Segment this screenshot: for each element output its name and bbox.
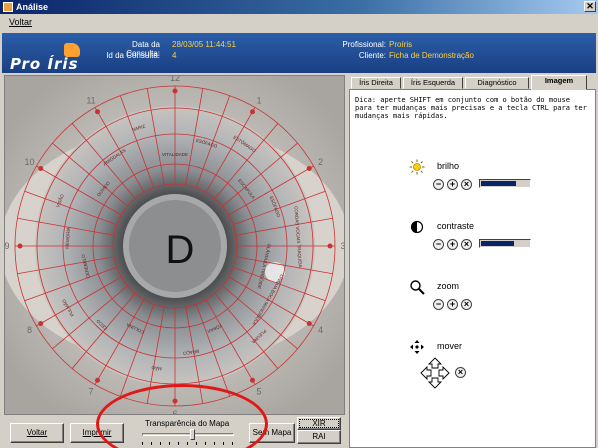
- mover-label: mover: [437, 341, 463, 351]
- brilho-control: brilho − + ×: [409, 159, 569, 199]
- clock-number: 4: [318, 325, 323, 335]
- contraste-minus-button[interactable]: −: [433, 239, 444, 250]
- rai-button[interactable]: RAI: [297, 430, 341, 444]
- xir-button[interactable]: XIR: [297, 417, 341, 430]
- mover-control: mover ×: [409, 339, 569, 389]
- clock-marker: [38, 166, 44, 171]
- consultation-header: Pro Íris Data da Consulta: 28/03/05 11:4…: [2, 33, 596, 73]
- tab-imagem[interactable]: Imagem: [531, 75, 587, 90]
- clock-number: 12: [170, 76, 180, 83]
- clock-marker: [95, 377, 100, 383]
- id-consulta-value: 4: [172, 51, 177, 60]
- proiris-logo: Pro Íris: [10, 43, 90, 73]
- voltar-button[interactable]: Voltar: [10, 423, 64, 443]
- move-left-arrow-icon: [420, 365, 432, 381]
- move-arrows: [420, 357, 450, 389]
- move-right-arrow-icon: [438, 365, 450, 381]
- tab-strip: Íris Direita Íris Esquerda Diagnóstico I…: [349, 75, 596, 90]
- zoom-reset-button[interactable]: ×: [461, 299, 472, 310]
- brilho-reset-button[interactable]: ×: [461, 179, 472, 190]
- iris-image-panel[interactable]: D 121234567891011VITALIDADEESÔFAGOESTÔMA…: [4, 75, 345, 415]
- tab-iris-direita[interactable]: Íris Direita: [351, 77, 401, 89]
- contraste-plus-button[interactable]: +: [447, 239, 458, 250]
- contraste-level-fill: [481, 241, 514, 246]
- hint-text: Dica: aperte SHIFT em conjunto com o bot…: [355, 96, 587, 120]
- move-reset-button[interactable]: ×: [455, 367, 466, 378]
- logo-text: Pro Íris: [10, 55, 79, 73]
- clock-marker: [250, 377, 255, 383]
- clock-marker: [327, 243, 333, 249]
- contraste-level-bar: [479, 239, 531, 248]
- brilho-plus-button[interactable]: +: [447, 179, 458, 190]
- profissional-value: Proíris: [389, 40, 413, 49]
- clock-number: 7: [88, 386, 93, 396]
- clock-number: 3: [340, 241, 345, 251]
- clock-number: 2: [318, 157, 323, 167]
- zoom-control: zoom − + ×: [409, 279, 569, 319]
- window-title: Análise: [16, 2, 49, 12]
- brilho-label: brilho: [437, 161, 460, 171]
- contrast-icon: [410, 220, 424, 234]
- eye-side-letter: D: [166, 228, 195, 272]
- menu-bar: Voltar: [0, 14, 598, 30]
- right-panel: Íris Direita Íris Esquerda Diagnóstico I…: [349, 75, 596, 448]
- brilho-level-fill: [481, 181, 516, 186]
- clock-marker: [250, 109, 255, 115]
- data-consulta-value: 28/03/05 11:44:51: [172, 40, 236, 49]
- clock-number: 11: [86, 96, 95, 106]
- brilho-minus-button[interactable]: −: [433, 179, 444, 190]
- contraste-label: contraste: [437, 221, 475, 231]
- contraste-reset-button[interactable]: ×: [461, 239, 472, 250]
- cliente-value: Ficha de Demonstração: [389, 51, 474, 60]
- clock-marker: [95, 109, 100, 115]
- clock-number: 5: [256, 386, 261, 396]
- clock-marker: [17, 243, 23, 249]
- voltar-button-label: Voltar: [26, 428, 48, 437]
- cliente-label: Cliente:: [358, 51, 386, 60]
- magnifier-icon: [410, 280, 425, 295]
- imagem-tab-content: [349, 89, 596, 448]
- clock-marker: [38, 321, 44, 326]
- clock-marker: [306, 321, 312, 326]
- clock-marker: [306, 166, 312, 171]
- iris-map[interactable]: D 121234567891011VITALIDADEESÔFAGOESTÔMA…: [5, 76, 345, 415]
- move-down-arrow-icon: [427, 377, 443, 389]
- app-icon: [3, 2, 13, 12]
- profissional-label: Profissional:: [342, 40, 386, 49]
- contraste-control: contraste − + ×: [409, 219, 569, 259]
- clock-number: 8: [27, 325, 32, 335]
- move-icon: [410, 340, 424, 354]
- close-button[interactable]: ✕: [584, 1, 596, 12]
- clock-number: 10: [24, 157, 34, 167]
- clock-number: 9: [5, 241, 10, 251]
- sun-icon: [409, 159, 425, 175]
- tab-diagnostico[interactable]: Diagnóstico: [465, 77, 529, 89]
- zoom-minus-button[interactable]: −: [433, 299, 444, 310]
- id-consulta-label: Id da Consulta:: [106, 51, 160, 60]
- tab-iris-esquerda[interactable]: Íris Esquerda: [403, 77, 463, 89]
- brilho-level-bar: [479, 179, 531, 188]
- zoom-label: zoom: [437, 281, 460, 291]
- menu-voltar[interactable]: Voltar: [9, 17, 32, 27]
- move-up-arrow-icon: [427, 357, 443, 369]
- title-bar: Análise ✕: [0, 0, 598, 14]
- zoom-plus-button[interactable]: +: [447, 299, 458, 310]
- clock-marker: [172, 88, 178, 94]
- clock-number: 1: [256, 96, 261, 106]
- zone-label: VITALIDADE: [162, 152, 188, 157]
